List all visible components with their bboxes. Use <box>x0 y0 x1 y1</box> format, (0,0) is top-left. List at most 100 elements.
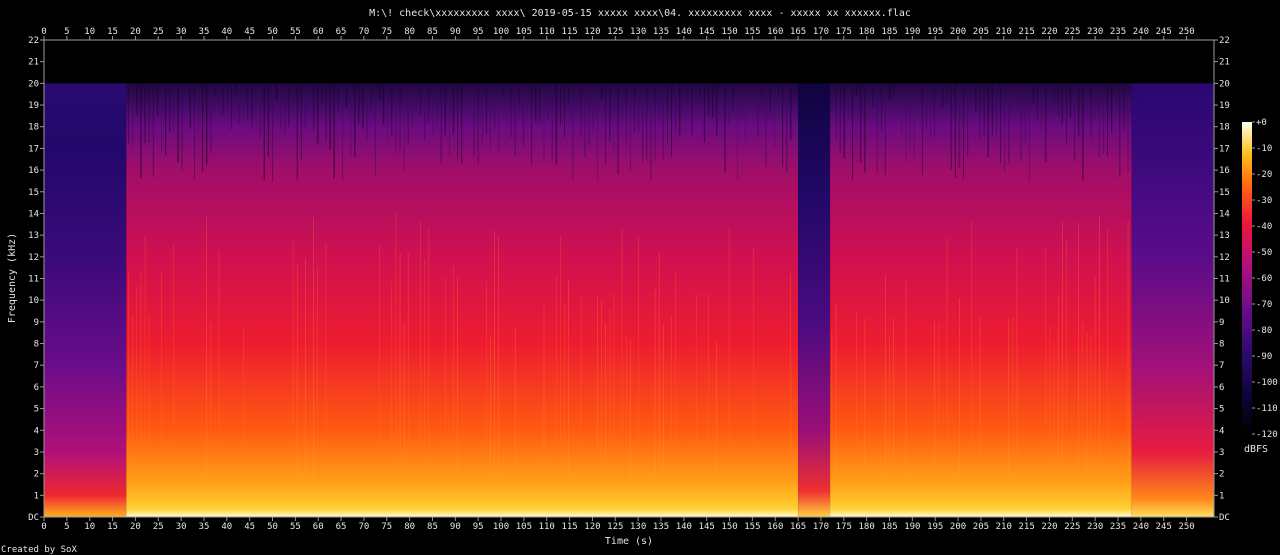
y-tick-label-left: 1 <box>34 491 39 501</box>
y-tick-label-right: 4 <box>1219 426 1224 436</box>
x-tick-label-bottom: 20 <box>130 522 141 532</box>
x-tick-label-bottom: 225 <box>1064 522 1080 532</box>
y-tick-label-right: 18 <box>1219 123 1230 133</box>
y-tick-label-right: 14 <box>1219 209 1230 219</box>
x-tick-label-bottom: 205 <box>973 522 989 532</box>
x-tick-label-top: 25 <box>153 27 164 37</box>
y-tick-label-left: 8 <box>34 340 39 350</box>
y-tick-label-left: 22 <box>28 36 39 46</box>
x-tick-label-top: 190 <box>904 27 920 37</box>
x-tick-label-top: 5 <box>64 27 69 37</box>
x-tick-label-bottom: 170 <box>813 522 829 532</box>
y-tick-label-right: 11 <box>1219 275 1230 285</box>
x-tick-label-top: 160 <box>767 27 783 37</box>
y-tick-label-right: 8 <box>1219 340 1224 350</box>
x-tick-label-top: 45 <box>244 27 255 37</box>
y-tick-label-left: 4 <box>34 426 39 436</box>
x-tick-label-bottom: 70 <box>359 522 370 532</box>
y-tick-label-left: 18 <box>28 123 39 133</box>
y-tick-label-right: 15 <box>1219 188 1230 198</box>
x-tick-label-bottom: 80 <box>404 522 415 532</box>
x-tick-label-top: 40 <box>221 27 232 37</box>
x-tick-label-bottom: 240 <box>1133 522 1149 532</box>
x-tick-label-top: 60 <box>313 27 324 37</box>
x-tick-label-top: 140 <box>676 27 692 37</box>
colorbar-tick-label: -10 <box>1256 144 1272 154</box>
x-tick-label-top: 235 <box>1110 27 1126 37</box>
x-tick-label-top: 230 <box>1087 27 1103 37</box>
x-tick-label-bottom: 130 <box>630 522 646 532</box>
x-tick-label-bottom: 210 <box>996 522 1012 532</box>
x-tick-label-top: 85 <box>427 27 438 37</box>
x-tick-label-bottom: 220 <box>1041 522 1057 532</box>
y-tick-label-left: 17 <box>28 144 39 154</box>
x-tick-label-bottom: 175 <box>836 522 852 532</box>
y-tick-label-left: 6 <box>34 383 39 393</box>
y-tick-label-right: 16 <box>1219 166 1230 176</box>
spectrogram-segment-4 <box>1131 83 1214 517</box>
x-tick-label-top: 80 <box>404 27 415 37</box>
x-tick-label-top: 135 <box>653 27 669 37</box>
y-tick-label-left: 13 <box>28 231 39 241</box>
spectrogram-chart: M:\! check\xxxxxxxxx xxxx\ 2019-05-15 xx… <box>1 8 1278 555</box>
x-tick-label-bottom: 85 <box>427 522 438 532</box>
y-tick-label-right: 19 <box>1219 101 1230 111</box>
x-tick-label-bottom: 95 <box>473 522 484 532</box>
x-tick-label-bottom: 135 <box>653 522 669 532</box>
x-tick-label-top: 70 <box>359 27 370 37</box>
x-tick-label-top: 145 <box>699 27 715 37</box>
x-tick-label-top: 65 <box>336 27 347 37</box>
spectrogram-segment-3 <box>830 83 1132 517</box>
y-tick-label-left: 15 <box>28 188 39 198</box>
x-tick-label-bottom: 120 <box>584 522 600 532</box>
x-tick-label-top: 50 <box>267 27 278 37</box>
colorbar-tick-label: -50 <box>1256 248 1272 258</box>
x-axis-label: Time (s) <box>605 536 653 547</box>
x-tick-label-top: 90 <box>450 27 461 37</box>
x-tick-label-bottom: 10 <box>84 522 95 532</box>
x-tick-label-top: 225 <box>1064 27 1080 37</box>
x-tick-label-bottom: 230 <box>1087 522 1103 532</box>
y-tick-label-right: 3 <box>1219 448 1224 458</box>
y-tick-label-left: 10 <box>28 296 39 306</box>
y-tick-label-right: 22 <box>1219 36 1230 46</box>
y-tick-label-right: 12 <box>1219 253 1230 263</box>
colorbar-label: dBFS <box>1244 444 1268 455</box>
x-tick-label-top: 0 <box>41 27 46 37</box>
y-tick-label-left: 14 <box>28 209 39 219</box>
x-tick-label-bottom: 200 <box>950 522 966 532</box>
x-tick-label-top: 175 <box>836 27 852 37</box>
x-tick-label-bottom: 25 <box>153 522 164 532</box>
y-tick-label-left: 21 <box>28 58 39 68</box>
x-tick-label-bottom: 5 <box>64 522 69 532</box>
x-tick-label-bottom: 150 <box>721 522 737 532</box>
x-tick-label-bottom: 215 <box>1018 522 1034 532</box>
x-tick-label-bottom: 100 <box>493 522 509 532</box>
colorbar-tick-label: -20 <box>1256 170 1272 180</box>
x-tick-label-bottom: 125 <box>607 522 623 532</box>
x-tick-label-bottom: 90 <box>450 522 461 532</box>
x-tick-label-top: 115 <box>561 27 577 37</box>
y-tick-label-right: 21 <box>1219 58 1230 68</box>
colorbar-tick-label: -30 <box>1256 196 1272 206</box>
x-tick-label-top: 125 <box>607 27 623 37</box>
y-tick-label-right: 1 <box>1219 491 1224 501</box>
colorbar-gradient <box>1242 122 1252 434</box>
x-tick-label-top: 95 <box>473 27 484 37</box>
colorbar-tick-label: -70 <box>1256 300 1272 310</box>
x-tick-label-top: 170 <box>813 27 829 37</box>
y-tick-label-left: 3 <box>34 448 39 458</box>
x-tick-label-top: 30 <box>176 27 187 37</box>
x-tick-label-top: 220 <box>1041 27 1057 37</box>
colorbar-tick-label: -120 <box>1256 430 1278 440</box>
x-tick-label-top: 215 <box>1018 27 1034 37</box>
colorbar-tick-label: -100 <box>1256 378 1278 388</box>
x-tick-label-top: 10 <box>84 27 95 37</box>
x-tick-label-bottom: 185 <box>881 522 897 532</box>
colorbar-tick-label: -110 <box>1256 404 1278 414</box>
y-tick-label-right: 6 <box>1219 383 1224 393</box>
y-tick-label-left: 2 <box>34 470 39 480</box>
x-tick-label-bottom: 110 <box>539 522 555 532</box>
x-tick-label-top: 185 <box>881 27 897 37</box>
x-tick-label-bottom: 245 <box>1156 522 1172 532</box>
